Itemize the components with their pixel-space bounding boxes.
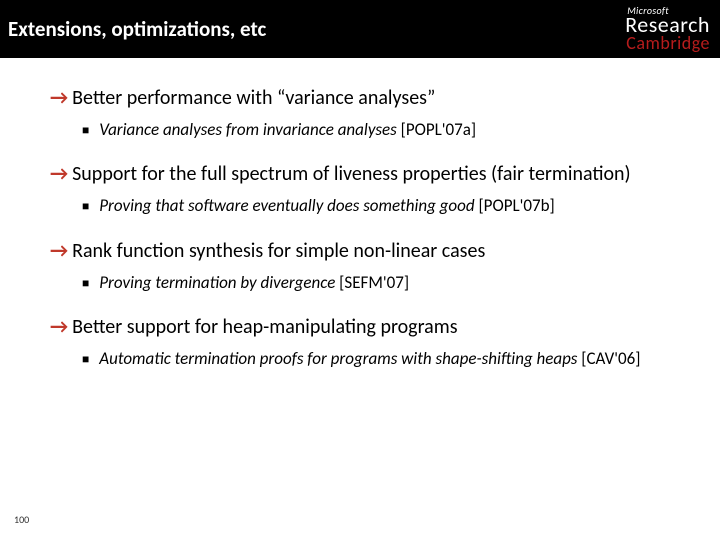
point-text: Support for the full spectrum of livenes…: [72, 162, 682, 186]
sub-text: Automatic termination proofs for program…: [99, 349, 682, 369]
arrow-icon: →: [50, 86, 68, 110]
sub-point: ■ Proving termination by divergence [SEF…: [82, 273, 682, 293]
square-bullet-icon: ■: [82, 277, 89, 291]
bullet-point: → Rank function synthesis for simple non…: [50, 239, 682, 293]
square-bullet-icon: ■: [82, 200, 89, 214]
sub-text: Variance analyses from invariance analys…: [99, 120, 682, 140]
slide-header: Extensions, optimizations, etc Microsoft…: [0, 0, 720, 58]
point-text: Better performance with “variance analys…: [72, 86, 682, 110]
logo-cambridge: Cambridge: [626, 34, 710, 52]
logo: Microsoft Research Cambridge: [625, 6, 710, 52]
point-main: → Better support for heap-manipulating p…: [50, 315, 682, 339]
point-main: → Support for the full spectrum of liven…: [50, 162, 682, 186]
square-bullet-icon: ■: [82, 124, 89, 138]
square-bullet-icon: ■: [82, 353, 89, 367]
bullet-point: → Better performance with “variance anal…: [50, 86, 682, 140]
slide-title: Extensions, optimizations, etc: [8, 16, 266, 42]
slide-content: → Better performance with “variance anal…: [0, 58, 720, 370]
point-main: → Rank function synthesis for simple non…: [50, 239, 682, 263]
point-text: Rank function synthesis for simple non-l…: [72, 239, 682, 263]
arrow-icon: →: [50, 239, 68, 263]
page-number: 100: [14, 513, 29, 526]
arrow-icon: →: [50, 162, 68, 186]
bullet-point: → Better support for heap-manipulating p…: [50, 315, 682, 369]
arrow-icon: →: [50, 315, 68, 339]
sub-point: ■ Variance analyses from invariance anal…: [82, 120, 682, 140]
sub-point: ■ Proving that software eventually does …: [82, 196, 682, 216]
sub-text: Proving termination by divergence [SEFM'…: [99, 273, 682, 293]
bullet-point: → Support for the full spectrum of liven…: [50, 162, 682, 216]
sub-point: ■ Automatic termination proofs for progr…: [82, 349, 682, 369]
point-main: → Better performance with “variance anal…: [50, 86, 682, 110]
point-text: Better support for heap-manipulating pro…: [72, 315, 682, 339]
sub-text: Proving that software eventually does so…: [99, 196, 682, 216]
